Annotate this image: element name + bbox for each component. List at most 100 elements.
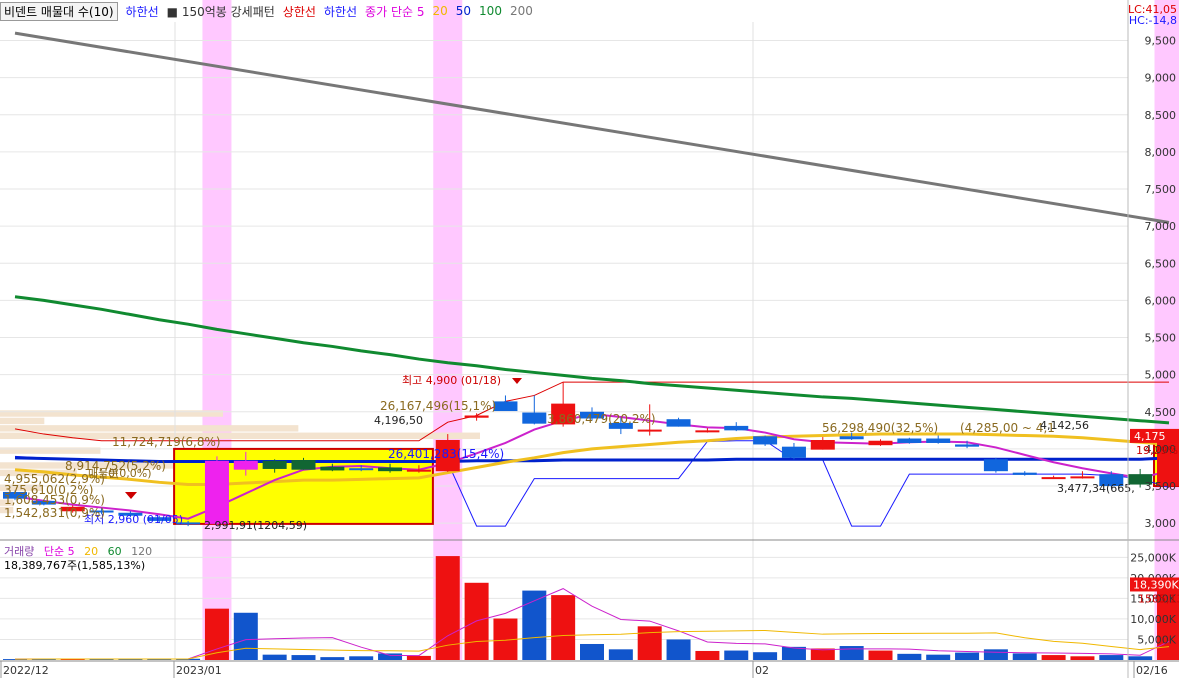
legend-item[interactable]: 하한선 (126, 3, 159, 20)
volume-tick-label: 5,000K (1137, 633, 1176, 646)
price-tick-label: 7,500 (1145, 183, 1177, 196)
price-tick-label: 6,000 (1145, 294, 1177, 307)
candle-body (868, 440, 893, 446)
volume-bar (1012, 653, 1037, 660)
date-tick-label: 2022/12 (3, 664, 49, 677)
volume-bar (666, 639, 691, 660)
volume-bar (262, 654, 287, 660)
volume-tick-label: 25,000K (1130, 551, 1176, 564)
candle-body (233, 460, 258, 470)
candle-body (464, 415, 489, 418)
volume-bar (551, 595, 576, 660)
candle-body (1012, 472, 1037, 475)
volume-bar (695, 650, 720, 660)
legend-item[interactable]: 하한선 (324, 3, 357, 20)
candle-body (406, 469, 431, 472)
price-tick-label: 7,000 (1145, 220, 1177, 233)
candle-body (204, 460, 229, 524)
volume-bar (724, 650, 749, 660)
volume-bar (233, 612, 258, 660)
legend-item[interactable]: 상한선 (283, 3, 316, 20)
candle-body (291, 460, 316, 470)
candle-body (983, 459, 1008, 472)
volume-bar (897, 653, 922, 660)
volume-profile-bar (0, 410, 224, 417)
volume-bar (983, 649, 1008, 660)
candle-body (1041, 477, 1066, 480)
last-price-label: 4,175 (1134, 430, 1166, 443)
volume-value: 18,389,767주(1,585,13%) (4, 559, 146, 572)
price-tick-label: 6,500 (1145, 257, 1177, 270)
candle-body (810, 439, 835, 450)
volume-profile-label: 26,401,283(15,4%) (388, 447, 504, 461)
date-tick-label: 02/16 (1136, 664, 1168, 677)
candle-body (666, 419, 691, 427)
legend-item[interactable]: ■ 150억봉 강세패턴 (167, 3, 275, 20)
legend-item[interactable]: 50 (456, 4, 471, 18)
price-label: 4,196,50 (374, 414, 423, 427)
price-tick-label: 3,000 (1145, 517, 1177, 530)
volume-profile-bar (0, 425, 299, 432)
price-tick-label: 5,000 (1145, 369, 1177, 382)
legend-item[interactable]: 200 (510, 4, 533, 18)
candle-body (1070, 476, 1095, 479)
chart-legend: 비덴트 매물대 수(10) 하한선 ■ 150억봉 강세패턴 상한선 하한선 종… (0, 1, 541, 21)
price-label: 4,142,56 (1040, 419, 1089, 432)
candle-body (493, 401, 518, 412)
volume-profile-bar (0, 447, 101, 454)
volume-bar (1041, 655, 1066, 660)
volume-profile-bar (0, 417, 45, 425)
last-volume-label: 18,390K (1133, 578, 1179, 591)
volume-bar (349, 656, 374, 660)
volume-profile-label: 56,298,490(32,5%) (822, 421, 938, 435)
candle-body (320, 466, 345, 471)
legend-item[interactable]: 100 (479, 4, 502, 18)
candle-body (349, 468, 374, 471)
volume-bar (378, 653, 403, 660)
chart-background (0, 0, 1179, 678)
volume-profile-label: 3,860,479(20,2%) (547, 412, 656, 426)
volume-bar (839, 646, 864, 660)
candle-body (781, 446, 806, 458)
legend-title[interactable]: 비덴트 매물대 수(10) (0, 1, 118, 21)
candle-body (753, 436, 778, 445)
candle-body (926, 438, 951, 443)
volume-bar (1128, 656, 1153, 660)
high-annotation: 최고 4,900 (01/18) (402, 374, 501, 387)
legend-item[interactable]: 종가 단순 5 (365, 3, 424, 20)
volume-bar (406, 655, 431, 660)
candle-body (262, 460, 287, 469)
candle-body (695, 430, 720, 433)
volume-profile-label: 1,542,831(0,9%) (4, 506, 105, 520)
volume-profile-caption: 매물분 (88, 467, 118, 480)
stock-chart[interactable]: 최고 4,900 (01/18)최저 2,960 (01/05)26,167,4… (0, 0, 1179, 678)
volume-tick-label: 10,000K (1130, 613, 1176, 626)
price-label: 3,477,34(665, (1057, 482, 1135, 495)
volume-bar (1099, 655, 1124, 660)
price-tick-label: 8,500 (1145, 109, 1177, 122)
volume-bar (320, 657, 345, 660)
candle-body (378, 467, 403, 472)
volume-bar (608, 649, 633, 660)
volume-bar (955, 652, 980, 660)
volume-profile-label: 11,724,719(6,8%) (112, 435, 221, 449)
legend-item[interactable]: 20 (432, 4, 447, 18)
price-tick-label: 3,500 (1145, 480, 1177, 493)
corner-hc: HC:-14,8 (1128, 14, 1177, 27)
candle-body (724, 425, 749, 431)
candle-body (839, 436, 864, 440)
volume-bar (291, 655, 316, 660)
last-volume-pct-label: 1585,13 (1138, 592, 1179, 605)
price-tick-label: 8,000 (1145, 146, 1177, 159)
date-tick-label: 02 (755, 664, 769, 677)
price-tick-label: 9,000 (1145, 72, 1177, 85)
price-tick-label: 9,500 (1145, 35, 1177, 48)
candle-body (637, 429, 662, 432)
candle-body (955, 444, 980, 447)
volume-bar (1070, 656, 1095, 660)
candle-body (897, 438, 922, 443)
volume-bar (868, 650, 893, 660)
price-label: 2,991,91(1204,59) (204, 519, 307, 532)
price-tick-label: 5,500 (1145, 332, 1177, 345)
volume-profile-label: 26,167,496(15,1%) (380, 399, 496, 413)
